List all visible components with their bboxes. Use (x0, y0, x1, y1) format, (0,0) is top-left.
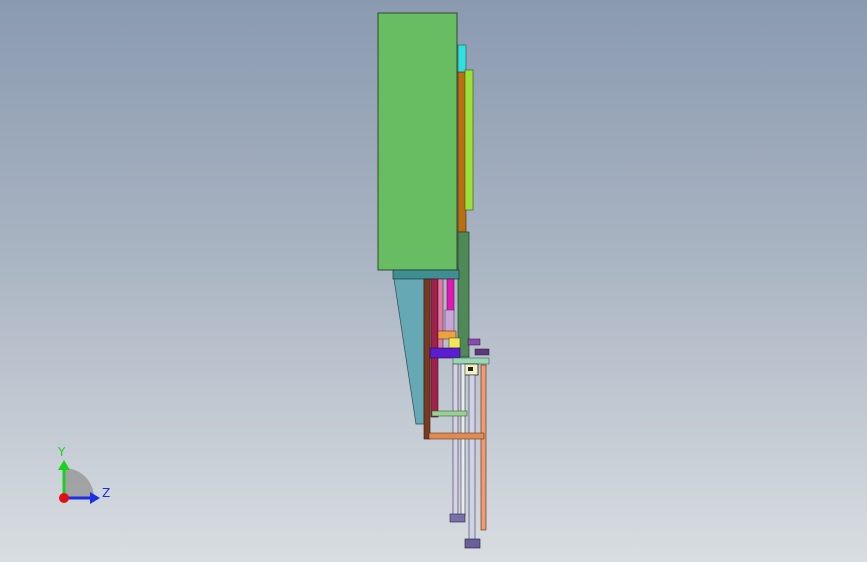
dark-purple-tab (474, 348, 490, 356)
foot-left (449, 513, 466, 523)
magenta-post (446, 278, 455, 312)
foot-right (464, 538, 481, 549)
triad-quadrant-disc (64, 468, 94, 498)
violet-tab (467, 338, 481, 346)
orange-crossbar (428, 432, 485, 440)
lavender-post (444, 309, 455, 333)
cad-viewport[interactable]: Y Z (0, 0, 867, 562)
yellow-block (448, 337, 461, 349)
rod-left (452, 363, 459, 517)
orientation-triad[interactable]: Y Z (57, 445, 110, 504)
mint-bar (452, 357, 490, 365)
z-axis-label: Z (102, 486, 110, 500)
green-crossbar (431, 410, 468, 417)
y-axis-label: Y (57, 445, 66, 459)
teal-gusset (393, 278, 425, 425)
purple-block (429, 347, 461, 359)
salmon-rod (480, 364, 487, 531)
rod-right (468, 374, 476, 542)
lime-strip (464, 69, 474, 211)
model-canvas[interactable]: Y Z (0, 0, 867, 562)
z-arrow-head (90, 492, 100, 504)
y-arrow-head (58, 460, 70, 470)
green-panel (377, 12, 458, 271)
x-axis-dot (59, 493, 69, 503)
sensor-chip (468, 367, 473, 371)
cyan-strip (457, 44, 467, 74)
brown-post (423, 278, 431, 440)
teal-base (392, 269, 460, 280)
rod-middle (460, 363, 466, 517)
